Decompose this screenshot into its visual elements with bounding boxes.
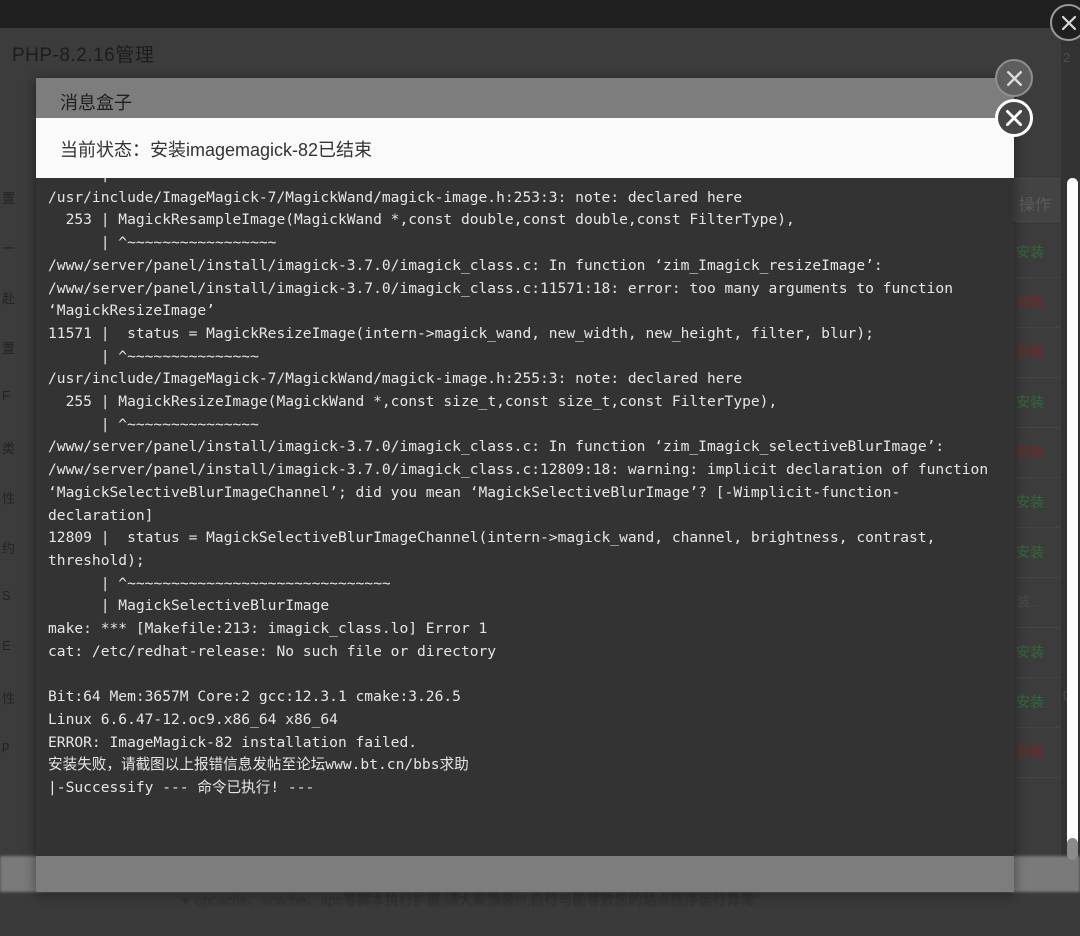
- background-label-glyph: 性: [2, 688, 32, 707]
- background-label-glyph: 赴: [2, 288, 32, 307]
- console-line: 12809 | status = MagickSelectiveBlurImag…: [48, 527, 994, 572]
- console-line: /www/server/panel/install/imagick-3.7.0/…: [48, 459, 994, 527]
- background-row-action-link[interactable]: 卸载: [1016, 442, 1044, 462]
- background-label-glyph: 一: [2, 238, 32, 257]
- install-log-lines: | ^~~~~~~~~~~~~~~~~~~/usr/include/ImageM…: [48, 178, 994, 800]
- close-status-dialog-button[interactable]: [995, 99, 1033, 137]
- background-row-action-link[interactable]: 安装: [1016, 692, 1044, 712]
- background-label-glyph: 置: [2, 188, 32, 207]
- console-line: /www/server/panel/install/imagick-3.7.0/…: [48, 278, 994, 323]
- close-overlay-top-button[interactable]: [1050, 4, 1080, 41]
- console-line: |-Successify --- 命令已执行! ---: [48, 777, 994, 800]
- install-log-console[interactable]: | ^~~~~~~~~~~~~~~~~~~/usr/include/ImageM…: [36, 178, 1014, 856]
- background-row-action-link[interactable]: 安装: [1016, 242, 1044, 262]
- console-line: /www/server/panel/install/imagick-3.7.0/…: [48, 255, 994, 278]
- close-icon: [1059, 13, 1079, 33]
- console-line: | ^~~~~~~~~~~~~~~~~~: [48, 232, 994, 255]
- background-row-action-link[interactable]: 卸载: [1016, 742, 1044, 762]
- console-line: 安装失败，请截图以上报错信息发帖至论坛www.bt.cn/bbs求助: [48, 754, 994, 777]
- background-label-glyph: p: [2, 738, 32, 753]
- background-label-glyph: 置: [2, 338, 32, 357]
- console-line: 253 | MagickResampleImage(MagickWand *,c…: [48, 209, 994, 232]
- console-line: | ^~~~~~~~~~~~~~~~~~~~~~~~~~~~~~~: [48, 573, 994, 596]
- screen-root: PHP-8.2.16管理 置一赴置F类性约SE性p 操作 安装卸载卸载安装卸载安…: [0, 0, 1080, 936]
- console-line: ERROR: ImageMagick-82 installation faile…: [48, 732, 994, 755]
- background-label-glyph: E: [2, 638, 32, 653]
- close-message-box-button[interactable]: [995, 59, 1033, 97]
- background-top-strip: [0, 0, 1080, 28]
- message-box-titlebar: 消息盒子: [36, 78, 1014, 122]
- background-row-action-link[interactable]: 安装: [1016, 392, 1044, 412]
- install-status-text: 当前状态：安装imagemagick-82已结束: [60, 136, 372, 162]
- console-line: make: *** [Makefile:213: imagick_class.l…: [48, 618, 994, 641]
- console-line: Linux 6.6.47-12.oc9.x86_64 x86_64: [48, 709, 994, 732]
- background-row-action-link[interactable]: 装...: [1016, 592, 1042, 612]
- console-line: 255 | MagickResizeImage(MagickWand *,con…: [48, 391, 994, 414]
- console-line: [48, 663, 994, 686]
- console-line: /usr/include/ImageMagick-7/MagickWand/ma…: [48, 368, 994, 391]
- message-box-title: 消息盒子: [60, 89, 132, 115]
- console-scrollbar-track[interactable]: [1067, 178, 1078, 856]
- close-icon: [1004, 68, 1025, 89]
- php-manager-title: PHP-8.2.16管理: [12, 40, 154, 67]
- background-label-glyph: 性: [2, 488, 32, 507]
- background-row-action-link[interactable]: 安装: [1016, 492, 1044, 512]
- background-row-action-link[interactable]: 安装: [1016, 642, 1044, 662]
- background-label-glyph: 类: [2, 438, 32, 457]
- console-scrollbar-thumb[interactable]: [1067, 838, 1078, 860]
- console-line: cat: /etc/redhat-release: No such file o…: [48, 641, 994, 664]
- background-row-action-link[interactable]: 卸载: [1016, 292, 1044, 312]
- console-line: | MagickSelectiveBlurImage: [48, 595, 994, 618]
- background-left-label-column: 置一赴置F类性约SE性p: [0, 178, 34, 818]
- install-status-strip: 当前状态：安装imagemagick-82已结束: [36, 118, 1014, 178]
- footnote-text: opcache、xcache、apc等脚本执行扩展,请大家慎装!!!,自行与能导…: [195, 892, 754, 908]
- message-box-footer: [36, 856, 1014, 892]
- background-label-glyph: 约: [2, 538, 32, 557]
- close-icon: [1003, 107, 1025, 129]
- background-row-action-link[interactable]: 安装: [1016, 542, 1044, 562]
- console-line: | ^~~~~~~~~~~~~~~~: [48, 414, 994, 437]
- background-table-header-label: 操作: [1019, 191, 1051, 215]
- background-label-glyph: F: [2, 388, 32, 403]
- console-line: | ^~~~~~~~~~~~~~~~~~~: [48, 178, 994, 187]
- console-line: | ^~~~~~~~~~~~~~~~: [48, 346, 994, 369]
- background-label-glyph: S: [2, 588, 32, 603]
- console-line: Bit:64 Mem:3657M Core:2 gcc:12.3.1 cmake…: [48, 686, 994, 709]
- background-row-action-link[interactable]: 卸载: [1016, 342, 1044, 362]
- console-line: /usr/include/ImageMagick-7/MagickWand/ma…: [48, 187, 994, 210]
- footnote-bullet-icon: ▾: [182, 892, 189, 908]
- background-footnote: ▾ opcache、xcache、apc等脚本执行扩展,请大家慎装!!!,自行与能…: [182, 890, 942, 910]
- background-sliver-text: 2: [1063, 50, 1070, 65]
- console-line: 11571 | status = MagickResizeImage(inter…: [48, 323, 994, 346]
- console-line: /www/server/panel/install/imagick-3.7.0/…: [48, 436, 994, 459]
